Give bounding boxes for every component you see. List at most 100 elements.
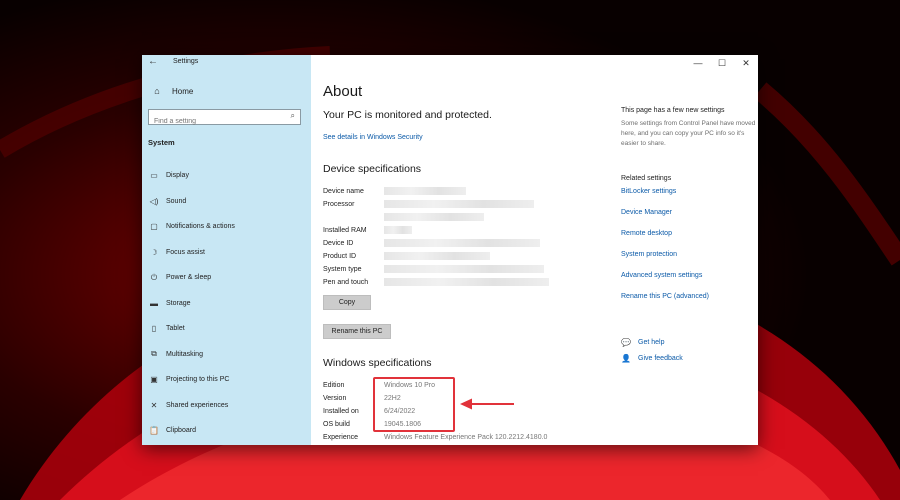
system-protection-link[interactable]: System protection xyxy=(621,248,756,269)
help-chat-icon: 💬 xyxy=(621,337,631,347)
related-settings-title: Related settings xyxy=(621,175,672,182)
spec-row-processor: Processor xyxy=(323,198,583,211)
spec-label: Experience xyxy=(323,434,359,441)
annotation-arrow-icon xyxy=(460,398,514,410)
windows-security-link[interactable]: See details in Windows Security xyxy=(323,134,423,141)
new-settings-description: Some settings from Control Panel have mo… xyxy=(621,120,756,147)
give-feedback-link[interactable]: Give feedback xyxy=(638,355,683,362)
spec-value: Windows Feature Experience Pack 120.2212… xyxy=(384,434,548,441)
redacted-value xyxy=(384,213,484,221)
remote-desktop-link[interactable]: Remote desktop xyxy=(621,227,756,248)
spec-row-product-id: Product ID xyxy=(323,250,583,263)
sidebar-item-label: Shared experiences xyxy=(166,401,229,409)
sidebar-item-label: Clipboard xyxy=(166,427,196,435)
clipboard-icon: 📋 xyxy=(149,426,159,436)
sidebar-item-label: Projecting to this PC xyxy=(166,376,230,384)
shared-experiences-icon: ✕ xyxy=(150,400,158,410)
spec-label: System type xyxy=(323,266,362,273)
redacted-value xyxy=(384,265,544,273)
sidebar-item-sound[interactable]: ◁) Sound xyxy=(148,189,308,215)
device-specs-heading: Device specifications xyxy=(323,163,422,175)
feedback-person-icon: 👤 xyxy=(621,353,631,363)
windows-specs-highlight-box xyxy=(373,377,455,432)
spec-row-pen-touch: Pen and touch xyxy=(323,276,583,289)
sidebar-item-clipboard[interactable]: 📋 Clipboard xyxy=(148,418,308,444)
device-specs-table: Device name Processor Installed RAM Devi… xyxy=(323,185,583,289)
spec-row-system-type: System type xyxy=(323,263,583,276)
power-icon: ⏻ xyxy=(150,272,158,282)
sidebar-item-multitasking[interactable]: ⧉ Multitasking xyxy=(148,342,308,368)
sidebar: ← Settings ⌂ Home ⌕ System ▭ Display ◁) … xyxy=(142,55,311,445)
windows-specs-heading: Windows specifications xyxy=(323,357,432,369)
sidebar-item-label: Notifications & actions xyxy=(166,223,235,231)
device-manager-link[interactable]: Device Manager xyxy=(621,206,756,227)
maximize-button[interactable]: ☐ xyxy=(710,55,734,71)
settings-window: ← Settings ⌂ Home ⌕ System ▭ Display ◁) … xyxy=(142,55,758,445)
sidebar-item-storage[interactable]: ▬ Storage xyxy=(148,291,308,317)
right-panel: This page has a few new settings Some se… xyxy=(621,107,756,311)
notifications-icon: ▢ xyxy=(150,222,158,232)
give-feedback-row[interactable]: 👤 Give feedback xyxy=(621,350,683,366)
sidebar-item-shared-experiences[interactable]: ✕ Shared experiences xyxy=(148,393,308,419)
close-button[interactable]: ✕ xyxy=(734,55,758,71)
spec-label: Processor xyxy=(323,201,355,208)
get-help-row[interactable]: 💬 Get help xyxy=(621,334,683,350)
sidebar-item-focus-assist[interactable]: ☽ Focus assist xyxy=(148,240,308,266)
projecting-icon: ▣ xyxy=(150,375,158,385)
sidebar-item-notifications[interactable]: ▢ Notifications & actions xyxy=(148,214,308,240)
back-arrow-icon[interactable]: ← xyxy=(148,56,158,67)
sidebar-item-label: Multitasking xyxy=(166,350,203,358)
sidebar-item-label: Storage xyxy=(166,299,191,307)
spec-label: Device ID xyxy=(323,240,354,247)
page-title: About xyxy=(323,83,363,100)
title-bar: ← Settings xyxy=(142,55,311,71)
sidebar-item-label: Sound xyxy=(166,197,187,205)
tablet-icon: ▯ xyxy=(151,324,157,334)
bitlocker-settings-link[interactable]: BitLocker settings xyxy=(621,185,756,206)
redacted-value xyxy=(384,200,534,208)
spec-label: Installed RAM xyxy=(323,227,367,234)
minimize-button[interactable]: — xyxy=(686,55,710,71)
sidebar-item-label: Focus assist xyxy=(166,248,205,256)
redacted-value xyxy=(384,239,540,247)
spec-row-edition: Edition Windows 10 Pro xyxy=(323,379,623,392)
nav-home-label: Home xyxy=(172,86,194,96)
window-controls: — ☐ ✕ xyxy=(686,55,758,71)
copy-button[interactable]: Copy xyxy=(323,295,371,310)
main-content: — ☐ ✕ About Your PC is monitored and pro… xyxy=(311,55,758,445)
spec-row-os-build: OS build 19045.1806 xyxy=(323,418,623,431)
sidebar-item-label: Power & sleep xyxy=(166,274,212,282)
rename-pc-button[interactable]: Rename this PC xyxy=(323,324,391,339)
display-icon: ▭ xyxy=(150,171,158,181)
redacted-value xyxy=(384,226,412,234)
search-input[interactable] xyxy=(154,115,284,128)
rename-pc-advanced-link[interactable]: Rename this PC (advanced) xyxy=(621,290,756,311)
get-help-link[interactable]: Get help xyxy=(638,339,664,346)
sidebar-item-power-sleep[interactable]: ⏻ Power & sleep xyxy=(148,265,308,291)
redacted-value xyxy=(384,252,490,260)
new-settings-title: This page has a few new settings xyxy=(621,107,725,114)
spec-row-device-id: Device ID xyxy=(323,237,583,250)
search-box[interactable]: ⌕ xyxy=(148,109,301,128)
nav-home[interactable]: ⌂ Home xyxy=(150,86,193,96)
multitasking-icon: ⧉ xyxy=(151,349,157,359)
moon-icon: ☽ xyxy=(150,247,158,257)
sound-icon: ◁) xyxy=(149,196,159,206)
sidebar-item-label: Tablet xyxy=(166,325,185,333)
protection-status: Your PC is monitored and protected. xyxy=(323,109,492,121)
search-icon[interactable]: ⌕ xyxy=(291,111,295,121)
sidebar-item-tablet[interactable]: ▯ Tablet xyxy=(148,316,308,342)
spec-row-blank xyxy=(323,211,583,224)
nav-list: ▭ Display ◁) Sound ▢ Notifications & act… xyxy=(148,163,308,444)
sidebar-item-label: Display xyxy=(166,172,189,180)
sidebar-item-projecting[interactable]: ▣ Projecting to this PC xyxy=(148,367,308,393)
related-settings-links: BitLocker settings Device Manager Remote… xyxy=(621,185,756,311)
windows-specs-table: Edition Windows 10 Pro Version 22H2 Inst… xyxy=(323,379,623,444)
section-title: System xyxy=(148,138,175,147)
advanced-system-settings-link[interactable]: Advanced system settings xyxy=(621,269,756,290)
help-links: 💬 Get help 👤 Give feedback xyxy=(621,334,683,366)
sidebar-item-display[interactable]: ▭ Display xyxy=(148,163,308,189)
app-title: Settings xyxy=(173,58,199,65)
home-icon: ⌂ xyxy=(154,86,160,96)
redacted-value xyxy=(384,187,466,195)
